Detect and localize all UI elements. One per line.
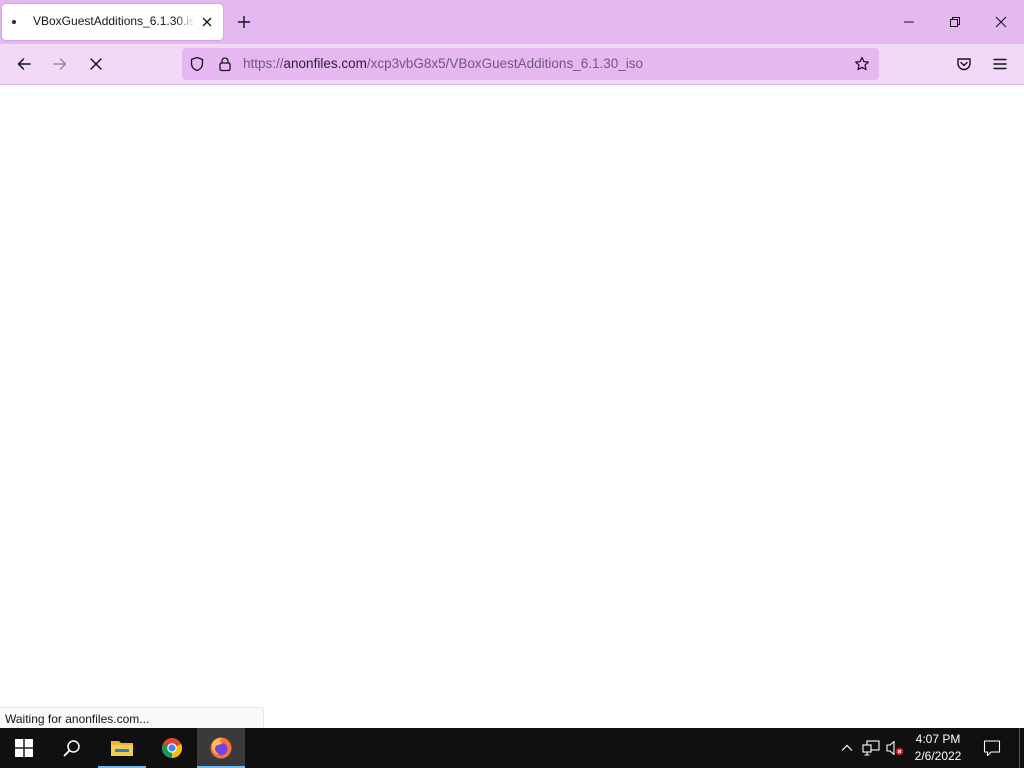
pocket-button[interactable] <box>950 50 978 78</box>
tab-title: VBoxGuestAdditions_6.1.30.iso <box>33 14 195 28</box>
folder-icon <box>111 741 133 756</box>
new-tab-button[interactable] <box>234 12 254 32</box>
url-path: /xcp3vbG8x5/VBoxGuestAdditions_6.1.30_is… <box>366 56 643 71</box>
action-center-button[interactable] <box>978 728 1006 768</box>
lock-icon <box>219 57 231 72</box>
window-close-button[interactable] <box>978 0 1024 44</box>
show-hidden-icons-button[interactable] <box>837 738 857 758</box>
forward-button[interactable] <box>46 50 74 78</box>
notification-icon <box>983 740 1001 757</box>
taskbar-file-explorer[interactable] <box>98 728 146 768</box>
show-desktop-button[interactable] <box>1019 728 1024 768</box>
restore-icon <box>950 17 960 27</box>
pocket-icon <box>957 58 971 71</box>
shield-icon <box>190 56 204 72</box>
taskbar-clock[interactable]: 4:07 PM 2/6/2022 <box>906 731 970 765</box>
volume-muted-icon <box>886 740 904 756</box>
taskbar-chrome[interactable] <box>148 728 196 768</box>
windows-logo-icon <box>15 739 33 757</box>
taskbar-firefox[interactable] <box>197 728 245 768</box>
tab-close-button[interactable] <box>199 14 215 30</box>
forward-arrow-icon <box>53 58 67 70</box>
bookmark-button[interactable] <box>854 56 870 72</box>
taskbar: 4:07 PM 2/6/2022 <box>0 728 1024 768</box>
close-icon <box>202 17 212 27</box>
stop-button[interactable] <box>82 50 110 78</box>
site-security-button[interactable] <box>217 56 233 72</box>
hamburger-menu-icon <box>993 58 1007 70</box>
navigation-toolbar: https://anonfiles.com/xcp3vbG8x5/VBoxGue… <box>0 44 1024 85</box>
tab-strip: VBoxGuestAdditions_6.1.30.iso <box>0 0 1024 44</box>
tracking-protection-button[interactable] <box>189 56 205 72</box>
clock-date: 2/6/2022 <box>914 749 962 763</box>
chevron-up-icon <box>841 744 853 751</box>
clock-time: 4:07 PM <box>915 732 961 746</box>
search-button[interactable] <box>48 728 96 768</box>
plus-icon <box>238 16 250 28</box>
restore-button[interactable] <box>932 0 978 44</box>
close-icon <box>995 16 1007 28</box>
firefox-icon <box>210 737 232 759</box>
tab-active[interactable]: VBoxGuestAdditions_6.1.30.iso <box>2 4 223 40</box>
tab-loading-indicator <box>12 20 16 24</box>
status-panel: Waiting for anonfiles.com... <box>0 707 264 728</box>
chrome-icon <box>161 738 183 759</box>
stop-icon <box>90 58 102 70</box>
star-icon <box>855 56 869 71</box>
url-scheme: https:// <box>243 56 284 71</box>
menu-button[interactable] <box>986 50 1014 78</box>
url-text[interactable]: https://anonfiles.com/xcp3vbG8x5/VBoxGue… <box>243 56 643 72</box>
back-button[interactable] <box>10 50 38 78</box>
minimize-button[interactable] <box>886 0 932 44</box>
back-arrow-icon <box>17 58 31 70</box>
network-icon <box>862 740 880 756</box>
start-button[interactable] <box>0 728 48 768</box>
search-icon <box>63 740 80 757</box>
volume-button[interactable] <box>885 738 905 758</box>
page-content <box>0 85 1024 728</box>
minimize-icon <box>904 21 914 23</box>
network-status-button[interactable] <box>861 738 881 758</box>
url-domain: anonfiles.com <box>283 56 367 71</box>
url-bar[interactable]: https://anonfiles.com/xcp3vbG8x5/VBoxGue… <box>182 48 879 80</box>
